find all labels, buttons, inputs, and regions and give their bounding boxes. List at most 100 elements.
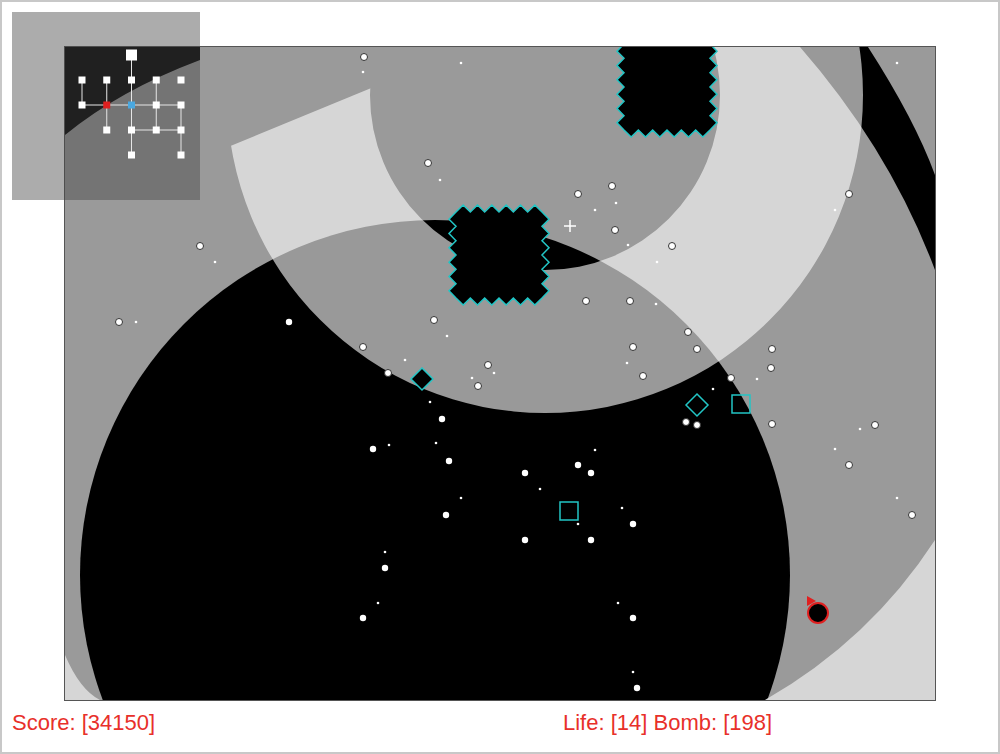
bullet bbox=[575, 462, 581, 468]
minimap-room bbox=[79, 102, 86, 109]
bullet bbox=[443, 512, 449, 518]
minimap-room bbox=[128, 152, 135, 159]
bullet bbox=[431, 317, 438, 324]
bullet bbox=[446, 335, 449, 338]
minimap-link bbox=[131, 80, 132, 105]
score-label: Score: [34150] bbox=[12, 709, 563, 737]
minimap-link bbox=[156, 105, 181, 106]
bullet bbox=[712, 388, 715, 391]
bullet bbox=[872, 422, 879, 429]
bullet bbox=[627, 244, 630, 247]
minimap-link bbox=[131, 130, 132, 155]
bullet bbox=[728, 375, 735, 382]
bullet bbox=[460, 62, 463, 65]
bullet bbox=[475, 383, 482, 390]
bullet bbox=[360, 344, 367, 351]
bullet bbox=[640, 373, 647, 380]
bullet bbox=[362, 71, 365, 74]
bullet bbox=[630, 615, 636, 621]
crosshair-icon bbox=[564, 220, 576, 232]
bullet bbox=[384, 551, 387, 554]
bullet bbox=[539, 488, 542, 491]
life: Life: [14] bbox=[563, 710, 647, 735]
minimap-room bbox=[103, 127, 110, 134]
bullet bbox=[471, 377, 474, 380]
minimap-link bbox=[156, 130, 181, 131]
enemy bbox=[560, 502, 578, 520]
bullet bbox=[632, 671, 635, 674]
bullet bbox=[388, 444, 391, 447]
bullet bbox=[655, 303, 658, 306]
bullet bbox=[859, 428, 862, 431]
minimap-room bbox=[153, 77, 160, 84]
light-band bbox=[765, 540, 935, 700]
enemy bbox=[686, 394, 708, 416]
bullet bbox=[425, 160, 432, 167]
bullet bbox=[694, 346, 701, 353]
bullet bbox=[769, 346, 776, 353]
bullet bbox=[361, 54, 368, 61]
bullet bbox=[626, 362, 629, 365]
status-label: Life: [14] Bomb: [198] bbox=[563, 709, 998, 737]
minimap-link bbox=[156, 105, 157, 130]
bullet bbox=[627, 298, 634, 305]
minimap-link bbox=[132, 105, 157, 106]
minimap-link bbox=[107, 105, 132, 106]
bullet bbox=[630, 344, 637, 351]
bullet bbox=[429, 401, 432, 404]
bullet bbox=[756, 378, 759, 381]
enemy bbox=[732, 395, 750, 413]
bullet bbox=[685, 329, 692, 336]
minimap-room bbox=[126, 50, 137, 61]
score: Score: [34150] bbox=[12, 710, 155, 735]
bullet bbox=[435, 442, 438, 445]
minimap-link bbox=[82, 105, 107, 106]
minimap-link bbox=[132, 130, 157, 131]
bullet bbox=[656, 261, 659, 264]
bullet bbox=[439, 179, 442, 182]
bullet bbox=[594, 449, 597, 452]
enemy bbox=[449, 205, 549, 305]
bullet bbox=[694, 422, 701, 429]
bullet bbox=[594, 209, 597, 212]
bullet bbox=[609, 183, 616, 190]
bullet bbox=[360, 615, 366, 621]
enemy bbox=[617, 47, 717, 137]
minimap-room bbox=[103, 77, 110, 84]
bullet bbox=[630, 521, 636, 527]
minimap-link bbox=[106, 80, 107, 105]
player-ship[interactable] bbox=[807, 596, 828, 623]
bullet bbox=[404, 359, 407, 362]
bullet bbox=[197, 243, 204, 250]
minimap-link bbox=[106, 105, 107, 130]
bullet bbox=[896, 497, 899, 500]
light-corner bbox=[65, 655, 100, 700]
light-ring bbox=[227, 47, 863, 413]
bullet bbox=[493, 372, 496, 375]
bullet bbox=[669, 243, 676, 250]
minimap-link bbox=[131, 105, 132, 130]
bullet bbox=[683, 419, 690, 426]
minimap-room bbox=[178, 102, 185, 109]
bullet bbox=[769, 421, 776, 428]
bullet bbox=[621, 507, 624, 510]
hud: Score: [34150] Life: [14] Bomb: [198] bbox=[2, 701, 998, 737]
bullet bbox=[522, 537, 528, 543]
bullet bbox=[575, 191, 582, 198]
enemy bbox=[411, 368, 433, 390]
bullet bbox=[446, 458, 452, 464]
bullet bbox=[286, 319, 292, 325]
bullet bbox=[583, 298, 590, 305]
bullet bbox=[577, 523, 580, 526]
minimap-room bbox=[153, 102, 160, 109]
bullet bbox=[612, 227, 619, 234]
bullet bbox=[909, 512, 916, 519]
bullet bbox=[439, 416, 445, 422]
minimap-link bbox=[156, 80, 157, 105]
bullet bbox=[370, 446, 376, 452]
bullet bbox=[588, 537, 594, 543]
bomb: Bomb: [198] bbox=[654, 710, 773, 735]
bullet bbox=[834, 448, 837, 451]
bullet bbox=[834, 209, 837, 212]
bullet bbox=[377, 602, 380, 605]
